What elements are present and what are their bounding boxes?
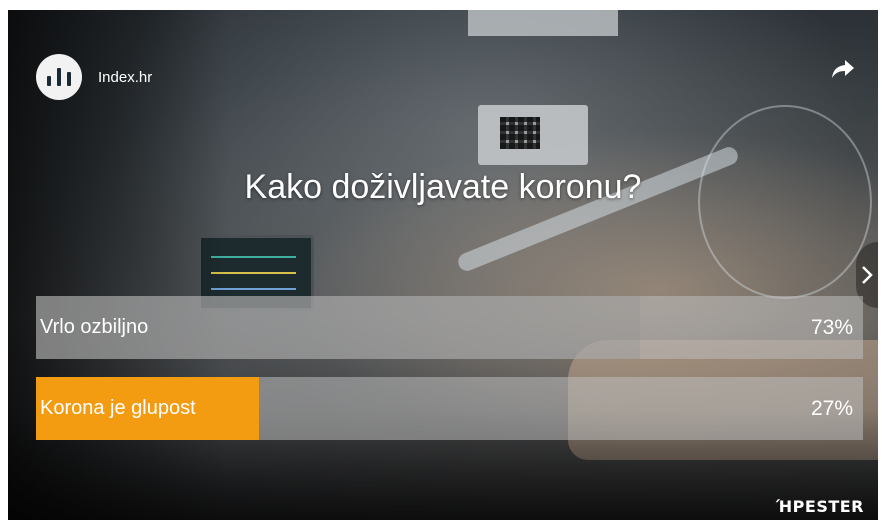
publisher-header[interactable]: Index.hr (36, 54, 152, 100)
poll-question: Kako doživljavate koronu? (244, 168, 642, 206)
option-percent: 73% (810, 316, 853, 339)
poll-option-vrlo-ozbiljno[interactable]: Vrlo ozbiljno 73% (36, 296, 863, 359)
publisher-name: Index.hr (98, 68, 153, 86)
background-control-panel (478, 105, 588, 165)
poll-option-korona-je-glupost[interactable]: Korona je glupost 27% (36, 377, 863, 440)
option-label: Vrlo ozbiljno (40, 316, 149, 338)
background-keypad (500, 117, 540, 149)
poll-card: Index.hr Kako doživljavate koronu? Vrlo … (8, 10, 878, 520)
apester-logo[interactable]: ΉPESTER (776, 497, 864, 516)
bar-chart-icon (36, 54, 82, 100)
option-label: Korona je glupost (40, 397, 196, 419)
option-percent: 27% (810, 397, 853, 420)
share-arrow-icon[interactable] (830, 58, 856, 80)
background-equipment-top (468, 10, 618, 36)
embed-frame: Index.hr Kako doživljavate koronu? Vrlo … (0, 0, 882, 522)
chevron-right-icon (862, 266, 873, 284)
